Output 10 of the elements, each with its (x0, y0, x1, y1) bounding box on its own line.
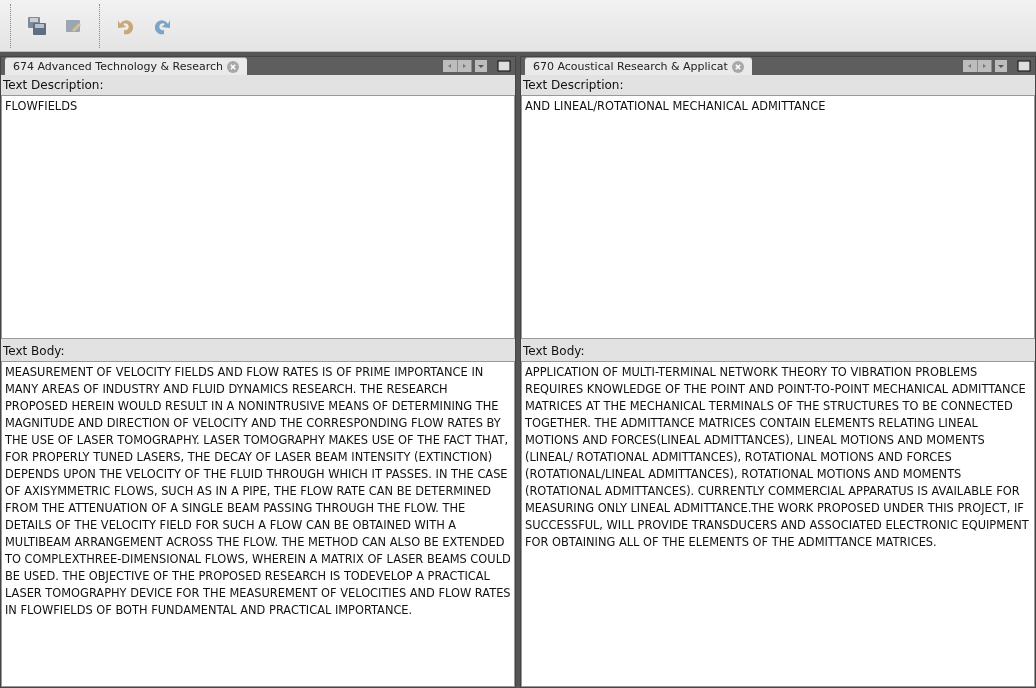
description-field[interactable]: FLOWFIELDS (1, 95, 515, 339)
close-icon[interactable] (731, 60, 744, 73)
document-tab[interactable]: 670 Acoustical Research & Applicat (525, 57, 752, 75)
body-text-field[interactable]: APPLICATION OF MULTI-TERMINAL NETWORK THEORY TO VIBRATION PROBLEMS REQUIRES KNOWLEDGE OF THE POINT AND POINT-TO-POINT MECHANICAL ADMITTANCE MATRICES AT THE MECHANICAL TERMINALS OF THE STRUCTURES TO BE CONNECTED TOGETHER. THE ADMITTANCE MATRICES CONTAIN ELEMENTS RELATING LINEAL MOTIONS AND FORCES(LINEAL ADMITTANCES), LINEAL MOTIONS AND MOMENTS (LINEAL/ ROTATIONAL ADMITTANCES), ROTATIONAL MOTIONS AND FORCES (ROTATIONAL/LINEAL ADMITTANCES), ROTATIONAL MOTIONS AND MOMENTS (ROTATIONAL ADMITTANCES). CURRENTLY COMMERCIAL APPARATUS IS AVAILABLE FOR MEASURING ONLY LINEAL ADMITTANCE.THE WORK PROPOSED UNDER THIS PROJECT, IF SUCCESSFUL, WILL PROVIDE TRANSDUCERS AND ASSOCIATED ELECTRONIC EQUIPMENT FOR OBTAINING ALL OF THE ELEMENTS OF THE ADMITTANCE MATRICES. (521, 361, 1035, 687)
document-tab[interactable]: 674 Advanced Technology & Research (5, 57, 247, 75)
maximize-icon[interactable] (1017, 60, 1031, 72)
maximize-icon[interactable] (497, 60, 511, 72)
close-icon[interactable] (226, 60, 239, 73)
body-text-field[interactable]: MEASUREMENT OF VELOCITY FIELDS AND FLOW RATES IS OF PRIME IMPORTANCE IN MANY AREAS OF INDUSTRY AND FLUID DYNAMICS RESEARCH. THE RESEARCH PROPOSED HEREIN WOULD RESULT IN A NONINTRUSIVE MEANS OF DETERMINING THE MAGNITUDE AND DIRECTION OF VELOCITY AND THE CORRESPONDING FLOW RATES BY THE USE OF LASER TOMOGRAPHY. LASER TOMOGRAPHY MAKES USE OF THE FACT THAT, FOR PROPERLY TUNED LASERS, THE DECAY OF LASER BEAM INTENSITY (EXTINCTION) DEPENDS UPON THE VELOCITY OF THE FLUID THROUGH WHICH IT PASSES. IN THE CASE OF AXISYMMETRIC FLOWS, SUCH AS IN A PIPE, THE FLOW RATE CAN BE DETERMINED FROM THE ATTENUATION OF A SINGLE BEAM PASSING THROUGH THE FLOW. THE DETAILS OF THE VELOCITY FIELD FOR SUCH A FLOW CAN BE OBTAINED WITH A MULTIBEAM ARRANGEMENT ACROSS THE FLOW. THE METHOD CAN ALSO BE EXTENDED TO COMPLEXTHREE-DIMENSIONAL FLOWS, WHEREIN A MATRIX OF LASER BEAMS COULD BE USED. THE OBJECTIVE OF THE PROPOSED RESEARCH IS TODEVELOP A PRACTICAL LASER TOMOGRAPHY DEVICE FOR THE MEASUREMENT OF VELOCITIES AND FLOW RATES IN FLOWFIELDS OF BOTH FUNDAMENTAL AND PRACTICAL IMPORTANCE. (1, 361, 515, 687)
description-field[interactable]: AND LINEAL/ROTATIONAL MECHANICAL ADMITTANCE (521, 95, 1035, 339)
